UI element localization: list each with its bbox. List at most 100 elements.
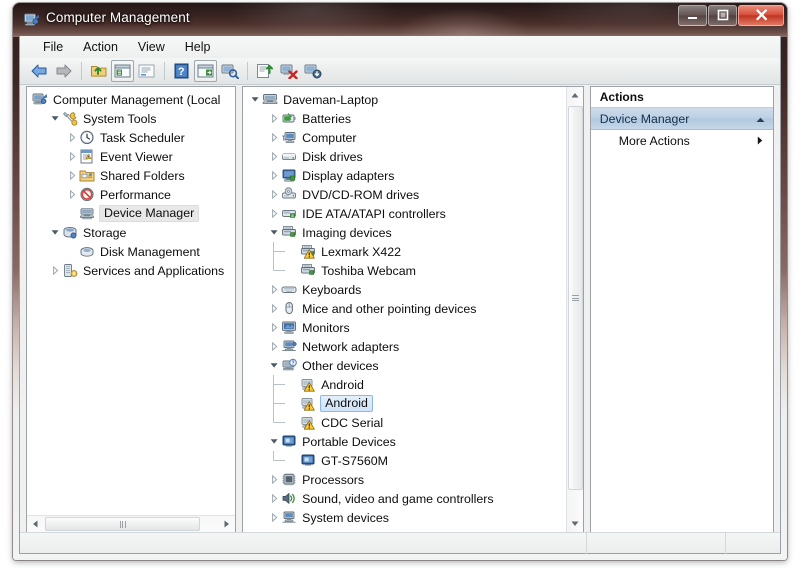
tree-item[interactable]: CDC Serial	[243, 413, 565, 432]
up-one-level-button[interactable]	[87, 60, 110, 82]
collapse-triangle-icon[interactable]	[49, 223, 62, 242]
tree-item[interactable]: Mice and other pointing devices	[243, 299, 565, 318]
expand-triangle-icon[interactable]	[268, 166, 281, 185]
expand-triangle-icon[interactable]	[268, 318, 281, 337]
tree-item[interactable]: Computer Management (Local	[27, 90, 235, 109]
tree-item[interactable]: Performance	[27, 185, 235, 204]
tree-item[interactable]: Sound, video and game controllers	[243, 489, 565, 508]
tree-item[interactable]: Network adapters	[243, 337, 565, 356]
tree-item[interactable]: Device Manager	[27, 204, 235, 223]
expand-triangle-icon[interactable]	[268, 337, 281, 356]
console-tree-hscrollbar[interactable]	[27, 515, 235, 532]
tree-spacer	[287, 242, 300, 261]
tree-item[interactable]: Android	[243, 375, 565, 394]
tree-item[interactable]: IDE ATA/ATAPI controllers	[243, 204, 565, 223]
minimize-icon	[679, 9, 706, 23]
tree-item[interactable]: Display adapters	[243, 166, 565, 185]
tree-item[interactable]: Event Viewer	[27, 147, 235, 166]
show-hide-action-pane-button[interactable]	[194, 60, 217, 82]
tree-item[interactable]: Imaging devices	[243, 223, 565, 242]
close-button[interactable]	[738, 5, 784, 26]
tree-item[interactable]: Computer	[243, 128, 565, 147]
chevron-right-icon[interactable]	[757, 134, 763, 148]
scan-for-hardware-changes-button[interactable]	[218, 60, 241, 82]
expand-triangle-icon[interactable]	[268, 147, 281, 166]
hscroll-thumb[interactable]	[45, 517, 200, 531]
hscroll-right-arrow[interactable]	[218, 516, 235, 533]
expand-triangle-icon[interactable]	[268, 280, 281, 299]
collapse-triangle-icon[interactable]	[268, 223, 281, 242]
back-button[interactable]	[28, 60, 51, 82]
tree-item[interactable]: Services and Applications	[27, 261, 235, 280]
device-tree-vscrollbar[interactable]	[566, 87, 583, 532]
toolbar-separator	[81, 62, 82, 80]
expand-triangle-icon[interactable]	[268, 128, 281, 147]
collapse-triangle-icon[interactable]	[268, 356, 281, 375]
uninstall-device-button[interactable]	[277, 60, 300, 82]
hscroll-left-arrow[interactable]	[27, 516, 44, 533]
collapse-triangle-icon[interactable]	[249, 90, 262, 109]
expand-triangle-icon[interactable]	[268, 508, 281, 527]
expand-triangle-icon[interactable]	[268, 204, 281, 223]
expand-triangle-icon[interactable]	[49, 261, 62, 280]
menu-action[interactable]: Action	[73, 38, 128, 56]
menu-help[interactable]: Help	[175, 38, 221, 56]
device-tree[interactable]: Daveman-Laptop Batteries Computer Disk d…	[243, 87, 565, 532]
tree-item[interactable]: Shared Folders	[27, 166, 235, 185]
expand-triangle-icon[interactable]	[268, 185, 281, 204]
disable-device-button[interactable]	[301, 60, 324, 82]
minimize-button[interactable]	[678, 5, 707, 26]
tree-item[interactable]: Lexmark X422	[243, 242, 565, 261]
tree-item[interactable]: Android	[243, 394, 565, 413]
expand-triangle-icon[interactable]	[66, 147, 79, 166]
tree-item[interactable]: ?Other devices	[243, 356, 565, 375]
tree-item-label: Sound, video and game controllers	[302, 492, 498, 506]
show-hide-console-tree-button[interactable]	[111, 60, 134, 82]
computer-management-icon	[23, 11, 40, 28]
tree-item[interactable]: Batteries	[243, 109, 565, 128]
forward-button[interactable]	[52, 60, 75, 82]
tree-item[interactable]: System Tools	[27, 109, 235, 128]
vscroll-down-arrow[interactable]	[567, 515, 584, 532]
console-tree[interactable]: Computer Management (Local System Tools …	[27, 87, 235, 532]
tree-item[interactable]: System devices	[243, 508, 565, 527]
unknown-device-icon	[300, 396, 317, 412]
menu-file[interactable]: File	[33, 38, 73, 56]
expand-triangle-icon[interactable]	[268, 109, 281, 128]
tree-item[interactable]: Disk Management	[27, 242, 235, 261]
expand-triangle-icon[interactable]	[268, 489, 281, 508]
expand-triangle-icon[interactable]	[268, 299, 281, 318]
tree-item[interactable]: Daveman-Laptop	[243, 90, 565, 109]
tree-guide-line	[273, 261, 286, 280]
help-button[interactable]: ?	[170, 60, 193, 82]
expand-triangle-icon[interactable]	[66, 128, 79, 147]
tree-item[interactable]: Toshiba Webcam	[243, 261, 565, 280]
expand-triangle-icon[interactable]	[66, 185, 79, 204]
tree-item[interactable]: Portable Devices	[243, 432, 565, 451]
tree-item[interactable]: Keyboards	[243, 280, 565, 299]
tree-item[interactable]: Storage	[27, 223, 235, 242]
properties-button[interactable]	[135, 60, 158, 82]
expand-triangle-icon[interactable]	[66, 166, 79, 185]
vscroll-thumb[interactable]	[568, 106, 583, 490]
maximize-button[interactable]	[708, 5, 737, 26]
chevron-up-icon[interactable]	[756, 112, 765, 126]
actions-group-device-manager[interactable]: Device Manager	[591, 108, 773, 130]
tree-item[interactable]: Task Scheduler	[27, 128, 235, 147]
collapse-triangle-icon[interactable]	[49, 109, 62, 128]
update-driver-button[interactable]	[253, 60, 276, 82]
tree-item[interactable]: DVD/CD-ROM drives	[243, 185, 565, 204]
tree-item[interactable]: Disk drives	[243, 147, 565, 166]
expand-triangle-icon[interactable]	[268, 470, 281, 489]
window-title: Computer Management	[46, 10, 190, 25]
tree-item[interactable]: Monitors	[243, 318, 565, 337]
collapse-triangle-icon[interactable]	[268, 432, 281, 451]
menu-view[interactable]: View	[128, 38, 175, 56]
vscroll-up-arrow[interactable]	[567, 87, 584, 104]
title-bar[interactable]: Computer Management	[13, 3, 787, 37]
tree-item[interactable]: Processors	[243, 470, 565, 489]
tree-item-label: Processors	[302, 473, 368, 487]
portable-device-icon	[300, 453, 317, 469]
tree-item[interactable]: GT-S7560M	[243, 451, 565, 470]
actions-item-more-actions[interactable]: More Actions	[591, 130, 773, 152]
